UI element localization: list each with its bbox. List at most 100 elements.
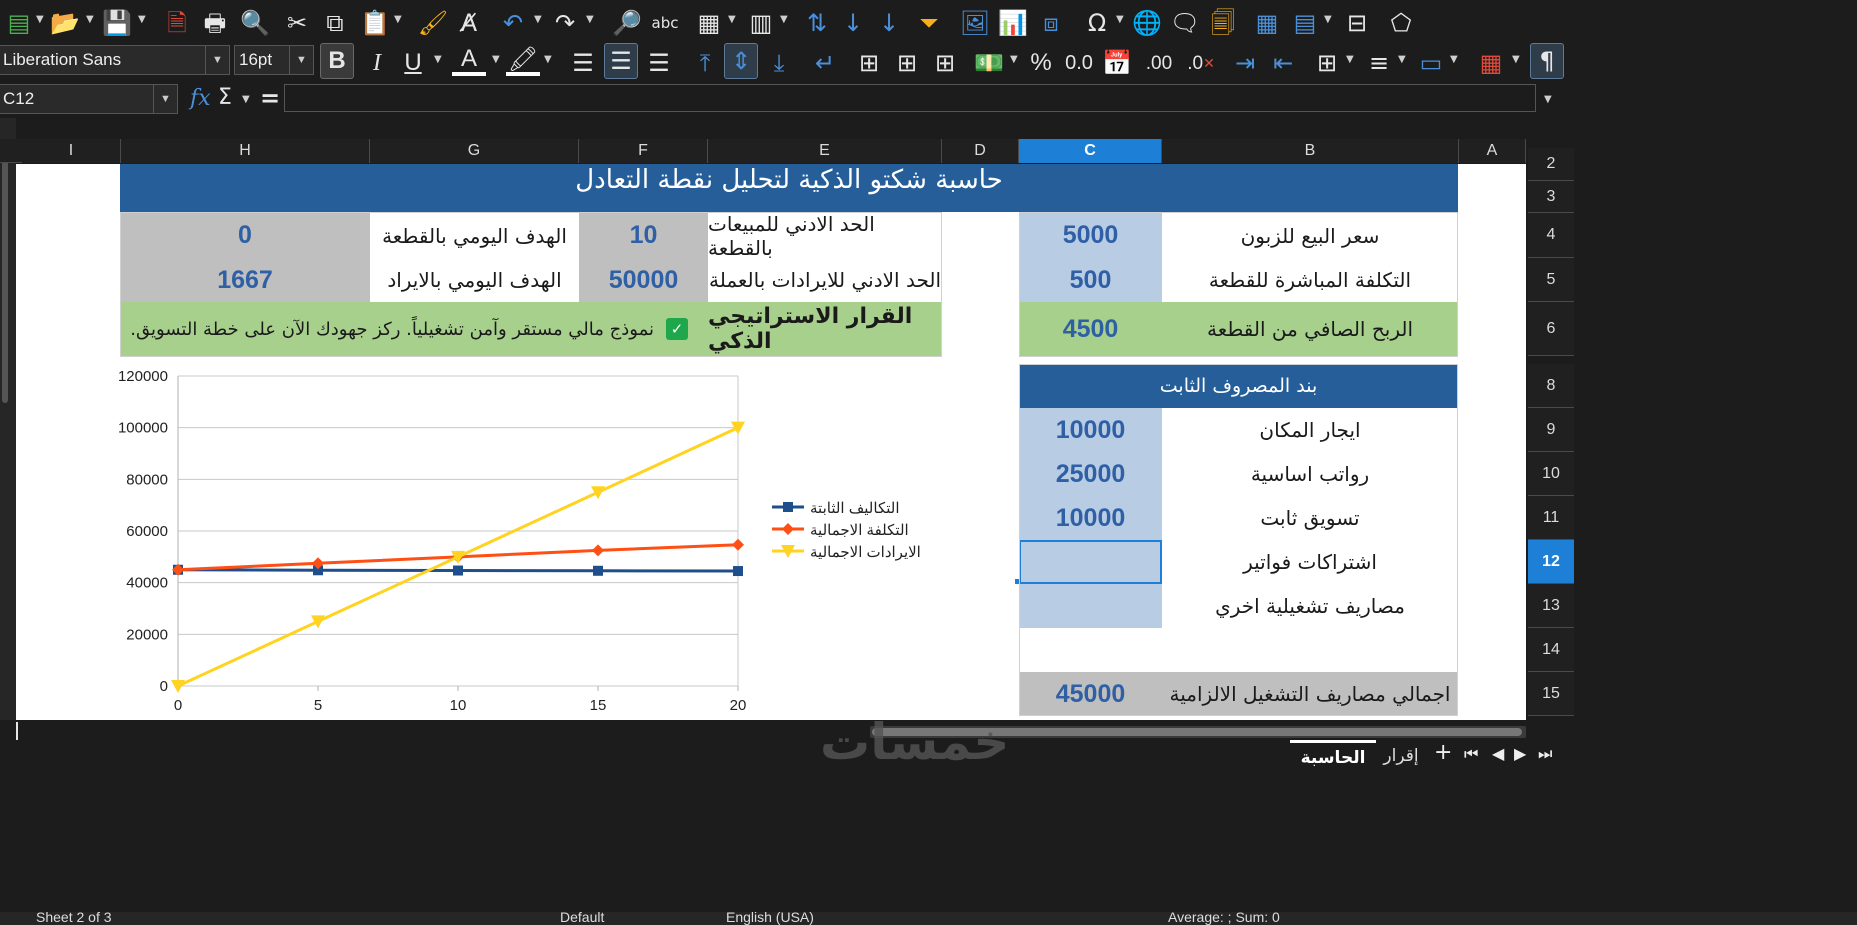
clear-formatting-icon[interactable]: A̸ [452,6,486,40]
align-right-icon[interactable]: ☰ [642,46,676,80]
font-size-combo[interactable]: 16pt ▼ [234,45,314,75]
sidebar-toggle-icon[interactable]: ¶ [1530,43,1564,79]
pivot-table-icon[interactable]: ⧈ [1034,6,1068,40]
chevron-down-icon[interactable]: ▼ [289,46,313,74]
row-header[interactable]: 9 [1528,408,1574,452]
direct-cost-input[interactable]: 500 [1019,258,1162,302]
bold-button[interactable]: B [320,43,354,79]
column-header[interactable]: B [1162,139,1459,163]
daily-revenue-cell[interactable]: 1667 [120,258,370,302]
add-decimal-button[interactable]: .00 [1142,46,1176,80]
row-header-selected[interactable]: 12 [1528,540,1574,584]
chevron-down-icon[interactable]: ▼ [1398,54,1406,65]
chevron-down-icon[interactable]: ▼ [492,54,500,65]
hyperlink-icon[interactable]: 🌐 [1130,6,1164,40]
sheet-tab[interactable]: إقرار [1378,740,1424,772]
background-color-icon[interactable]: 🖍 [506,46,540,76]
row-icon[interactable]: ▦ [692,6,726,40]
special-character-icon[interactable]: Ω [1080,6,1114,40]
fixed-item-input[interactable]: 10000 [1019,408,1162,452]
formula-button[interactable]: = [260,84,280,112]
break-even-chart[interactable]: 0 20000 40000 60000 80000 100000 120000 0 5 10 15 2… [100,362,940,718]
daily-units-cell[interactable]: 0 [120,213,370,258]
percent-format-button[interactable]: % [1024,46,1058,80]
chevron-down-icon[interactable]: ▼ [586,14,594,25]
open-folder-icon[interactable]: 📂 [48,6,82,40]
chevron-down-icon[interactable]: ▼ [1116,14,1124,25]
row-header[interactable]: 4 [1528,213,1574,258]
merge-cells-icon[interactable]: ⊞ [890,46,924,80]
currency-format-icon[interactable]: 💵 [972,46,1006,80]
chevron-down-icon[interactable]: ▼ [138,14,146,25]
row-header[interactable]: 14 [1528,628,1574,672]
new-spreadsheet-icon[interactable]: ▤ [2,6,36,40]
chevron-down-icon[interactable]: ▼ [434,54,442,65]
chevron-down-icon[interactable]: ▼ [1324,14,1332,25]
save-icon[interactable]: 💾 [100,6,134,40]
sheet-grid[interactable]: حاسبة شكتو الذكية لتحليل نقطة التعادل سع… [16,164,1526,720]
column-icon[interactable]: ▥ [744,6,778,40]
copy-icon[interactable]: ⧉ [318,6,352,40]
insert-image-icon[interactable]: 🖼 [958,6,992,40]
net-profit-value-cell[interactable]: 4500 [1019,302,1162,356]
row-header[interactable]: 10 [1528,452,1574,496]
chevron-down-icon[interactable]: ▼ [780,14,788,25]
sort-ascending-icon[interactable]: ↓ [836,6,870,40]
insert-chart-icon[interactable]: 📊 [996,6,1030,40]
chevron-down-icon[interactable]: ▼ [728,14,736,25]
align-left-icon[interactable]: ☰ [566,46,600,80]
redo-icon[interactable]: ↷ [548,6,582,40]
print-preview-icon[interactable]: 🔍 [238,6,272,40]
vertical-scrollbar-thumb[interactable] [2,148,8,403]
decrease-indent-icon[interactable]: ⇤ [1266,46,1300,80]
column-header[interactable]: E [708,139,942,163]
sheet-tab-active[interactable]: الحاسبة [1290,740,1376,772]
min-revenue-cell[interactable]: 50000 [579,258,708,302]
cut-icon[interactable]: ✂ [280,6,314,40]
last-sheet-icon[interactable]: ⏭ [1538,744,1552,764]
column-header-selected[interactable]: C [1019,139,1162,163]
border-style-icon[interactable]: ≡ [1362,46,1396,80]
row-header[interactable]: 2 [1528,148,1574,181]
row-header[interactable]: 3 [1528,181,1574,213]
chevron-down-icon[interactable]: ▼ [394,14,402,25]
previous-sheet-icon[interactable]: ◀ [1492,744,1504,763]
fixed-item-input[interactable] [1019,584,1162,628]
merge-center-icon[interactable]: ⊞ [852,46,886,80]
define-print-area-icon[interactable]: ▦ [1250,6,1284,40]
undo-icon[interactable]: ↶ [496,6,530,40]
chevron-down-icon[interactable]: ▼ [205,46,229,74]
column-header[interactable]: G [370,139,579,163]
name-box[interactable]: C12 ▼ [0,84,178,114]
comment-icon[interactable]: 🗨 [1168,6,1202,40]
row-header[interactable]: 8 [1528,364,1574,408]
row-header[interactable]: 13 [1528,584,1574,628]
add-sheet-icon[interactable]: + [1434,740,1452,765]
sum-button[interactable]: Σ [218,85,232,110]
next-sheet-icon[interactable]: ▶ [1514,744,1526,763]
formula-input[interactable] [284,84,1536,112]
function-wizard-button[interactable]: fx [190,86,211,111]
expand-formula-bar-icon[interactable]: ▼ [1544,94,1552,105]
status-page-style[interactable]: Default [560,912,604,925]
chevron-down-icon[interactable]: ▼ [1010,54,1018,65]
font-name-combo[interactable]: Liberation Sans ▼ [0,45,230,75]
fixed-item-input[interactable]: 25000 [1019,452,1162,496]
delete-decimal-button[interactable]: .0 ✕ [1184,46,1218,80]
row-header[interactable]: 15 [1528,672,1574,716]
column-header[interactable]: H [121,139,370,163]
chevron-down-icon[interactable]: ▼ [1346,54,1354,65]
split-window-icon[interactable]: ⊟ [1340,6,1374,40]
status-summary[interactable]: Average: ; Sum: 0 [1168,912,1280,925]
number-format-button[interactable]: 0.0 [1062,46,1096,80]
headers-footers-icon[interactable]: 🗐 [1206,6,1240,40]
decision-result[interactable]: .نموذج مالي مستقر وآمن تشغيلياً. ركز جهو… [120,302,708,356]
increase-indent-icon[interactable]: ⇥ [1228,46,1262,80]
selling-price-input[interactable]: 5000 [1019,213,1162,258]
sort-icon[interactable]: ⇅ [800,6,834,40]
border-color-icon[interactable]: ▭ [1414,46,1448,80]
status-language[interactable]: English (USA) [726,912,814,925]
wrap-text-icon[interactable]: ↵ [808,46,842,80]
column-header[interactable]: D [942,139,1019,163]
row-header[interactable]: 6 [1528,302,1574,356]
